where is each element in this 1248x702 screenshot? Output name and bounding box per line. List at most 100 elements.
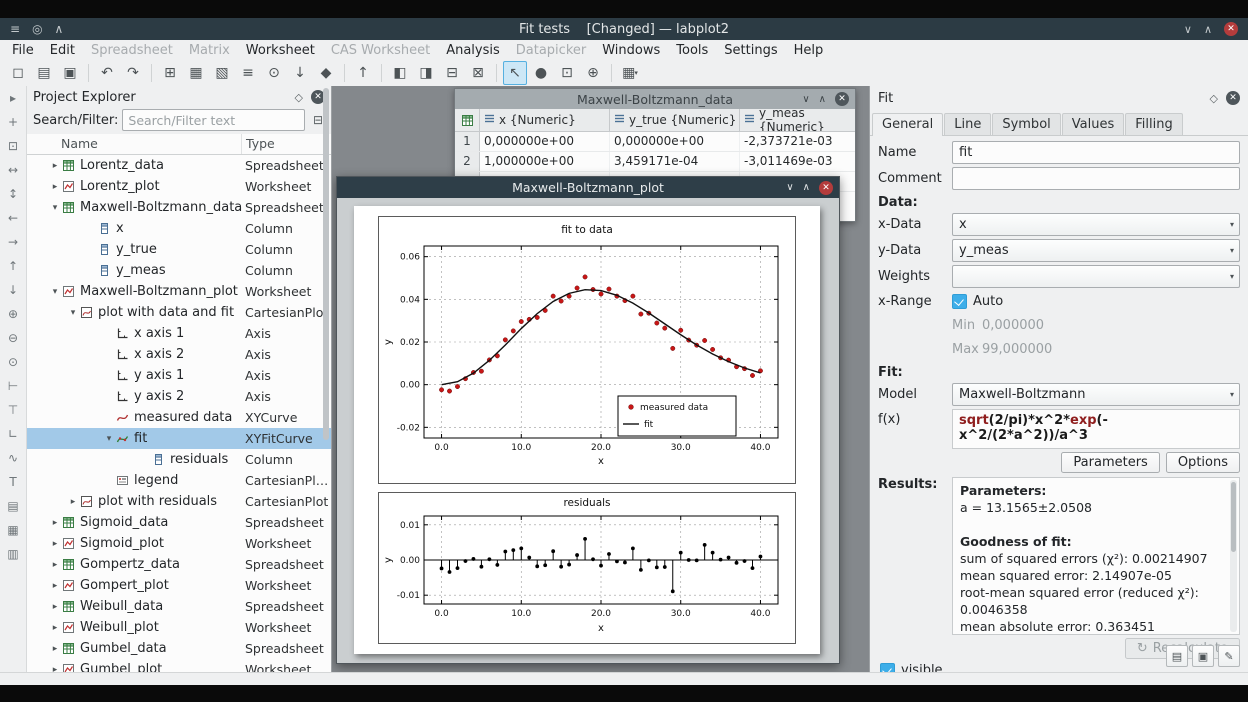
results-scrollbar[interactable]: [1230, 480, 1237, 632]
plot-window-titlebar[interactable]: Maxwell-Boltzmann_plot ∨ ∧ ✕: [337, 177, 839, 198]
menu-windows[interactable]: Windows: [594, 42, 668, 59]
zoom-x-tool-icon[interactable]: ↔: [4, 162, 22, 178]
expander-icon[interactable]: ▸: [49, 518, 61, 528]
float-dock-icon[interactable]: ◇: [1210, 92, 1218, 105]
results-box[interactable]: Parameters:a = 13.1565±2.0508 Goodness o…: [952, 477, 1240, 635]
tab-line[interactable]: Line: [944, 113, 991, 135]
window-close-icon[interactable]: ✕: [819, 181, 833, 195]
expander-icon[interactable]: ▸: [49, 560, 61, 570]
worksheet-view[interactable]: fit to data0.010.020.030.040.0-0.020.000…: [337, 198, 839, 663]
redo-icon[interactable]: ↷: [121, 61, 145, 85]
tree-row-lorentz-data[interactable]: ▸Lorentz_dataSpreadsheet: [27, 155, 331, 176]
tree-row-gompertz-data[interactable]: ▸Gompertz_dataSpreadsheet: [27, 554, 331, 575]
menu-cas-worksheet[interactable]: CAS Worksheet: [323, 42, 438, 59]
expander-icon[interactable]: ▸: [49, 539, 61, 549]
menu-worksheet[interactable]: Worksheet: [238, 42, 323, 59]
grid-layout-icon[interactable]: ⊟: [440, 61, 464, 85]
tree-row-plot-with-data-and-fit[interactable]: ▾plot with data and fitCartesianPlot: [27, 302, 331, 323]
tree-row-fit[interactable]: ▾fitXYFitCurve: [27, 428, 331, 449]
close-dock-icon[interactable]: ✕: [1226, 91, 1240, 105]
import-data-icon[interactable]: ↓: [288, 61, 312, 85]
layout-tool-icon[interactable]: ▥: [4, 546, 22, 562]
grid-tool-icon[interactable]: ▦: [4, 522, 22, 538]
tab-filling[interactable]: Filling: [1125, 113, 1182, 135]
expander-icon[interactable]: ▸: [49, 644, 61, 654]
table-cell[interactable]: 1,000000e+00: [480, 152, 610, 171]
expander-icon[interactable]: ▸: [49, 665, 61, 673]
tree-row-lorentz-plot[interactable]: ▸Lorentz_plotWorksheet: [27, 176, 331, 197]
tab-symbol[interactable]: Symbol: [992, 113, 1060, 135]
plot-mode-icon[interactable]: ▦▾: [618, 61, 642, 85]
tree-row-y-axis-2[interactable]: y axis 2Axis: [27, 386, 331, 407]
new-project-icon[interactable]: ◻: [6, 61, 30, 85]
float-dock-icon[interactable]: ◇: [295, 91, 303, 104]
ydata-combobox[interactable]: y_meas ▾: [952, 239, 1240, 262]
zoom-select-tool-icon[interactable]: ⊡: [4, 138, 22, 154]
window-close-icon[interactable]: ✕: [835, 92, 849, 106]
table-cell[interactable]: 3,459171e-04: [610, 152, 740, 171]
column-header-name[interactable]: Name: [61, 134, 98, 154]
tree-row-gumbel-plot[interactable]: ▸Gumbel_plotWorksheet: [27, 659, 331, 672]
window-rollup-icon[interactable]: ∨: [786, 182, 793, 193]
menu-analysis[interactable]: Analysis: [438, 42, 508, 59]
tree-row-residuals[interactable]: residualsColumn: [27, 449, 331, 470]
column-header-1[interactable]: y_true {Numeric}: [610, 109, 740, 131]
tree-row-y-meas[interactable]: y_measColumn: [27, 260, 331, 281]
parameters-button[interactable]: Parameters: [1061, 452, 1159, 473]
zoom-out-tool-icon[interactable]: ⊖: [4, 330, 22, 346]
menu-file[interactable]: File: [4, 42, 42, 59]
tree-row-weibull-plot[interactable]: ▸Weibull_plotWorksheet: [27, 617, 331, 638]
tree-row-x-axis-2[interactable]: x axis 2Axis: [27, 344, 331, 365]
expander-icon[interactable]: ▾: [67, 308, 79, 318]
column-header-type[interactable]: Type: [241, 134, 275, 154]
menu-spreadsheet[interactable]: Spreadsheet: [83, 42, 181, 59]
window-maximize-icon[interactable]: ∧: [819, 94, 826, 105]
plot-window[interactable]: Maxwell-Boltzmann_plot ∨ ∧ ✕ fit to data…: [336, 176, 840, 664]
add-plot-tool-icon[interactable]: ∟: [4, 426, 22, 442]
shift-left-tool-icon[interactable]: ←: [4, 210, 22, 226]
expander-icon[interactable]: ▸: [49, 161, 61, 171]
tree-row-gompert-plot[interactable]: ▸Gompert_plotWorksheet: [27, 575, 331, 596]
color-scheme-icon[interactable]: ◆: [314, 61, 338, 85]
auto-scale-x-tool-icon[interactable]: ⊢: [4, 378, 22, 394]
fit-chart[interactable]: fit to data0.010.020.030.040.0-0.020.000…: [378, 216, 796, 484]
expander-icon[interactable]: ▸: [49, 623, 61, 633]
tree-row-sigmoid-data[interactable]: ▸Sigmoid_dataSpreadsheet: [27, 512, 331, 533]
add-legend-tool-icon[interactable]: ▤: [4, 498, 22, 514]
visible-checkbox[interactable]: [880, 663, 895, 672]
menu-tools[interactable]: Tools: [668, 42, 716, 59]
magnifier-icon[interactable]: ⊕: [581, 61, 605, 85]
tab-values[interactable]: Values: [1062, 113, 1124, 135]
maximize-icon[interactable]: ∧: [1204, 23, 1212, 36]
table-cell[interactable]: -3,011469e-03: [740, 152, 869, 171]
tree-row-maxwell-boltzmann-plot[interactable]: ▾Maxwell-Boltzmann_plotWorksheet: [27, 281, 331, 302]
residuals-chart[interactable]: residuals0.010.020.030.040.0-0.010.000.0…: [378, 492, 796, 644]
auto-checkbox[interactable]: [952, 294, 967, 309]
spreadsheet-window-titlebar[interactable]: Maxwell-Boltzmann_data ∨ ∧ ✕: [455, 89, 855, 109]
add-curve-tool-icon[interactable]: ∿: [4, 450, 22, 466]
save-default-icon[interactable]: ✎: [1218, 645, 1240, 667]
shift-down-tool-icon[interactable]: ↓: [4, 282, 22, 298]
shift-right-tool-icon[interactable]: →: [4, 234, 22, 250]
shade-icon[interactable]: ∧: [55, 22, 64, 36]
tree-row-maxwell-boltzmann-data[interactable]: ▾Maxwell-Boltzmann_dataSpreadsheet: [27, 197, 331, 218]
new-spreadsheet-icon[interactable]: ⊞: [158, 61, 182, 85]
menu-help[interactable]: Help: [786, 42, 832, 59]
auto-scale-tool-icon[interactable]: ⊙: [4, 354, 22, 370]
zoom-selection-icon[interactable]: ⊡: [555, 61, 579, 85]
tab-general[interactable]: General: [872, 113, 943, 136]
minimize-icon[interactable]: ∨: [1184, 23, 1192, 36]
select-all-corner[interactable]: [455, 109, 480, 131]
tree-row-sigmoid-plot[interactable]: ▸Sigmoid_plotWorksheet: [27, 533, 331, 554]
expander-icon[interactable]: ▾: [49, 203, 61, 213]
auto-scale-y-tool-icon[interactable]: ⊤: [4, 402, 22, 418]
max-value[interactable]: 99,000000: [982, 342, 1052, 357]
options-button[interactable]: Options: [1166, 452, 1240, 473]
menu-matrix[interactable]: Matrix: [181, 42, 238, 59]
table-cell[interactable]: 0,000000e+00: [480, 132, 610, 151]
min-value[interactable]: 0,000000: [982, 318, 1044, 333]
row-header[interactable]: 1: [455, 132, 480, 151]
tree-row-x[interactable]: xColumn: [27, 218, 331, 239]
navigation-icon[interactable]: ●: [529, 61, 553, 85]
menu-datapicker[interactable]: Datapicker: [508, 42, 594, 59]
